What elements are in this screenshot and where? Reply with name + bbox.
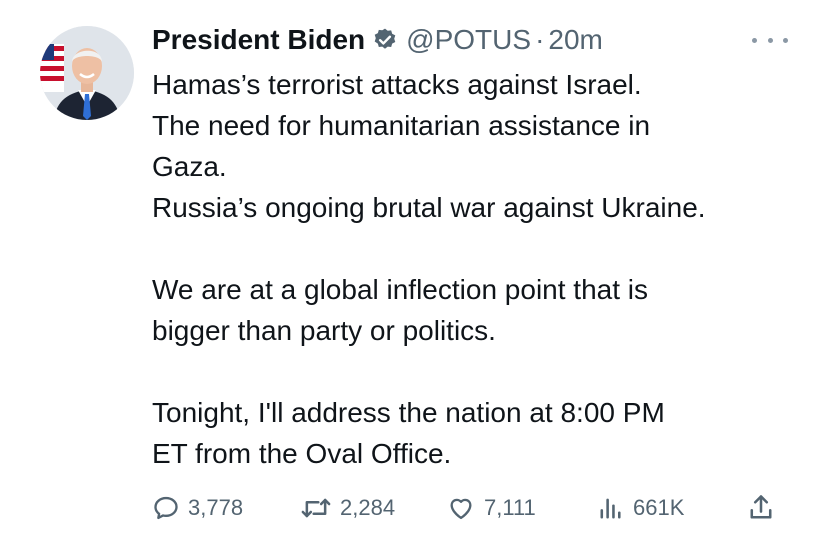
views-button[interactable]: 661K (597, 490, 684, 526)
tweet-text: Hamas’s terrorist attacks against Israel… (152, 64, 802, 474)
tweet-paragraph: We are at a global inflection point that… (152, 269, 802, 351)
tweet-line: bigger than party or politics. (152, 315, 496, 346)
more-icon[interactable] (752, 30, 788, 50)
display-name[interactable]: President Biden (152, 24, 365, 56)
avatar[interactable] (40, 26, 134, 120)
tweet[interactable]: President Biden @POTUS · 20m Hamas’s ter… (0, 0, 828, 537)
header-separator: · (535, 24, 545, 55)
tweet-line: Gaza. (152, 151, 227, 182)
tweet-line: We are at a global inflection point that… (152, 274, 649, 305)
views-icon (600, 498, 621, 519)
tweet-line: Hamas’s terrorist attacks against Israel… (152, 69, 642, 100)
retweet-button[interactable]: 2,284 (300, 490, 395, 526)
action-bar: 3,778 2,284 7,111 661K (152, 490, 792, 526)
handle[interactable]: @POTUS (406, 24, 531, 56)
like-button[interactable]: 7,111 (446, 490, 536, 526)
share-button[interactable] (747, 490, 775, 526)
tweet-paragraph: Hamas’s terrorist attacks against Israel… (152, 64, 802, 228)
verified-badge-icon[interactable] (372, 27, 398, 53)
reply-icon (154, 496, 178, 520)
tweet-paragraph: Tonight, I'll address the nation at 8:00… (152, 392, 802, 474)
tweet-line: Russia’s ongoing brutal war against Ukra… (152, 192, 706, 223)
timestamp[interactable]: 20m (548, 24, 602, 56)
reply-button[interactable]: 3,778 (152, 490, 243, 526)
tweet-header: President Biden @POTUS · 20m (152, 20, 603, 60)
reply-count: 3,778 (188, 495, 244, 520)
tweet-line: The need for humanitarian assistance in (152, 110, 651, 141)
heart-icon (450, 498, 472, 520)
tweet-line: ET from the Oval Office. (152, 438, 452, 469)
tweet-line: Tonight, I'll address the nation at 8:00… (152, 397, 665, 428)
like-count: 7,111 (484, 495, 536, 520)
views-count: 661K (633, 495, 685, 520)
retweet-count: 2,284 (340, 495, 396, 520)
retweet-icon (301, 498, 331, 518)
avatar-photo (40, 26, 134, 120)
share-icon (750, 495, 772, 519)
